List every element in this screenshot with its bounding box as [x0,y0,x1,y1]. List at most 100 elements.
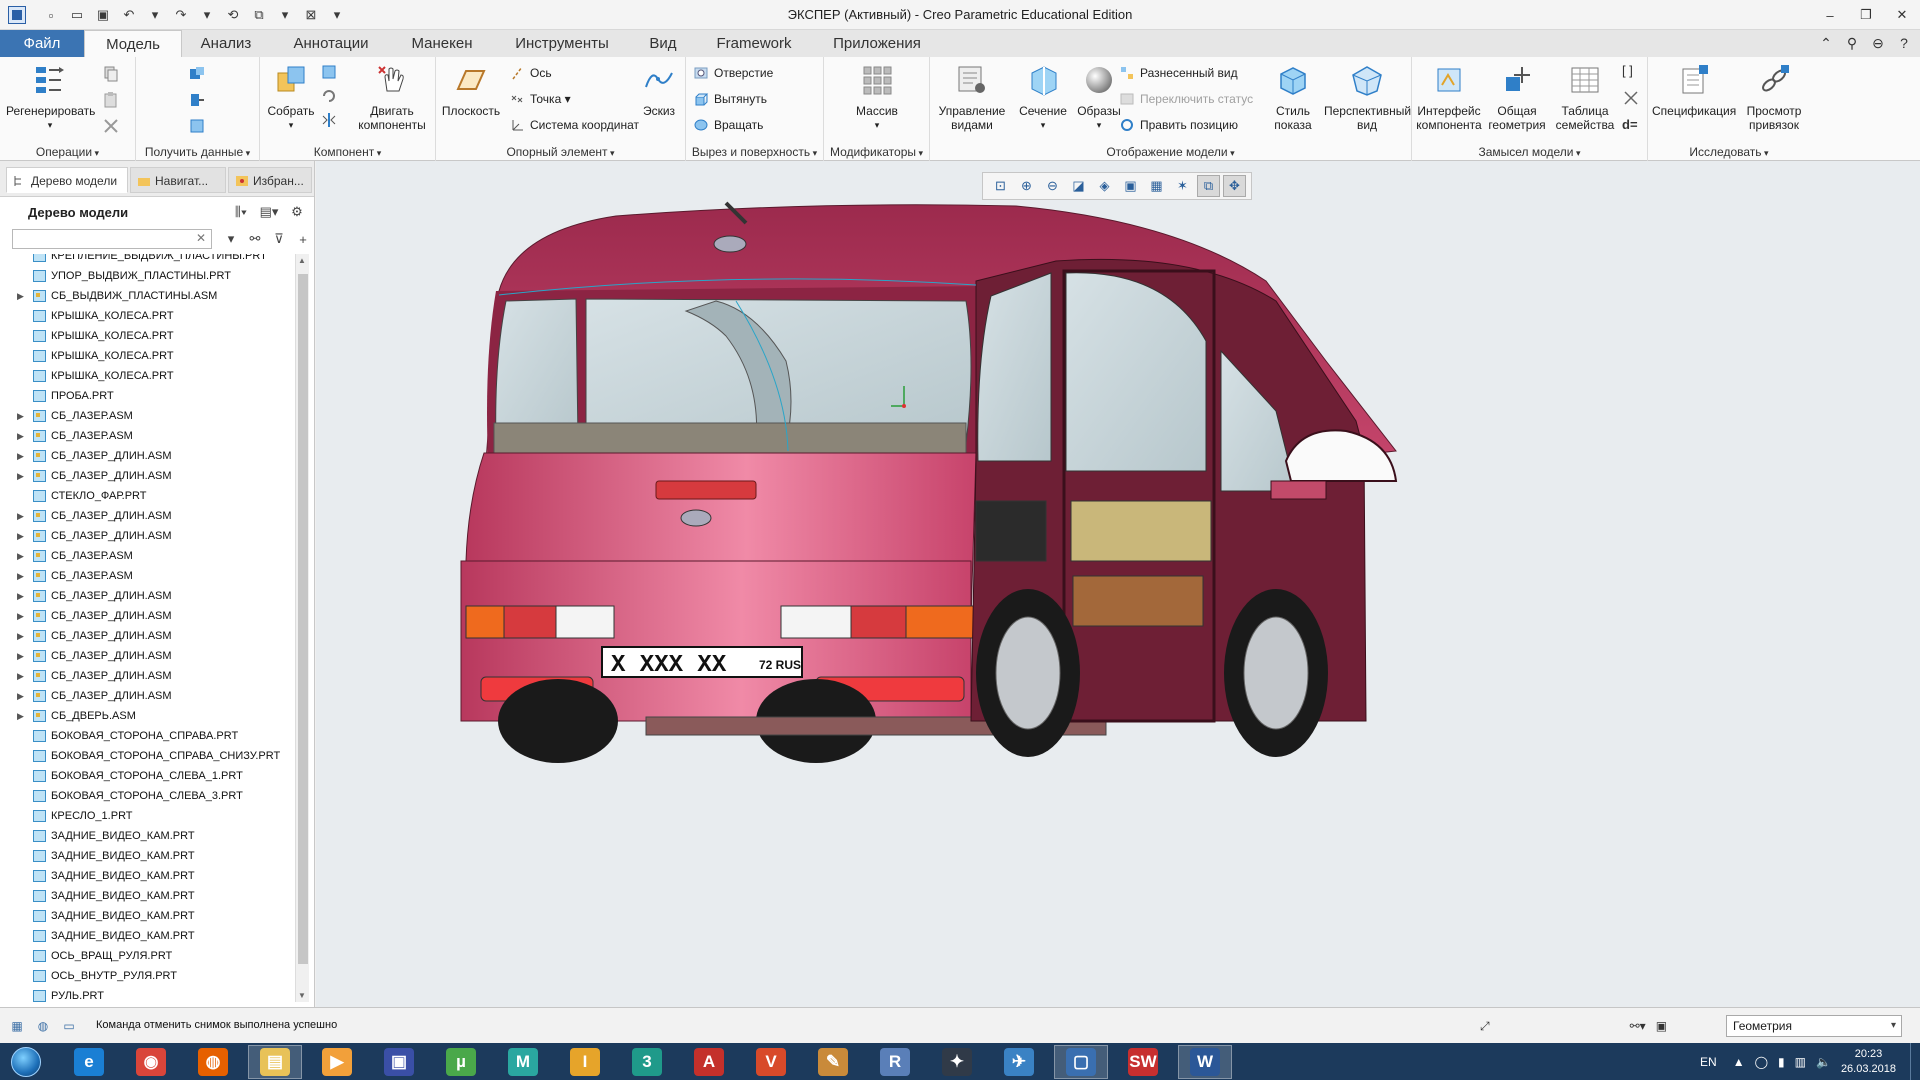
expand-arrow-icon[interactable]: ▶ [17,626,24,646]
tree-item[interactable]: ▶ СБ_ЛАЗЕР_ДЛИН.ASM [0,666,295,686]
display-style-small-icon[interactable]: ◈ [1093,175,1116,197]
bus-model[interactable]: X XXX XX 72 RUS [316,161,1920,1007]
smart-select-icon[interactable]: ⤢ [1480,1016,1490,1036]
tree-item[interactable]: КРЫШКА_КОЛЕСА.PRT [0,306,295,326]
expand-arrow-icon[interactable]: ▶ [17,646,24,666]
taskbar-app[interactable]: ▶ [310,1045,364,1079]
tab-applications[interactable]: Приложения [814,30,940,57]
extrude-button[interactable]: Вытянуть [694,89,767,109]
tab-manikin[interactable]: Манекен [392,30,492,57]
ptc-community-icon[interactable]: ⊖ [1868,33,1888,53]
plane-button[interactable]: Плоскость [440,63,502,118]
tree-item[interactable]: ОСЬ_ВНУТР_РУЛЯ.PRT [0,966,295,986]
scroll-down-icon[interactable]: ▼ [298,991,306,1000]
tree-item[interactable]: ЗАДНИЕ_ВИДЕО_КАМ.PRT [0,866,295,886]
rear-window-left[interactable] [495,298,579,444]
selection-list-icon[interactable]: ▣ [1656,1016,1667,1036]
tree-item[interactable]: ▶ СБ_ЛАЗЕР_ДЛИН.ASM [0,446,295,466]
taskbar-app[interactable]: ◉ [124,1045,178,1079]
tree-item[interactable]: ▶ СБ_ЛАЗЕР.ASM [0,406,295,426]
expand-arrow-icon[interactable]: ▶ [17,666,24,686]
browser-toggle-icon[interactable]: ◍ [34,1017,52,1035]
bom-button[interactable]: Спецификация [1652,63,1736,118]
tree-item[interactable]: ПРОБА.PRT [0,386,295,406]
revolve-button[interactable]: Вращать [694,115,763,135]
tree-scrollbar[interactable]: ▲ ▼ [295,254,309,1002]
group-design-intent-label[interactable]: Замысел модели [1412,145,1647,159]
taskbar-app[interactable]: µ [434,1045,488,1079]
expand-arrow-icon[interactable]: ▶ [17,706,24,726]
tree-settings-icon[interactable]: ▤▾ [258,202,280,222]
taskbar-app[interactable]: ✎ [806,1045,860,1079]
search-icon[interactable]: ⚲ [1842,33,1862,53]
taskbar-app[interactable]: 3 [620,1045,674,1079]
family-table-button[interactable]: Таблица семейства [1552,63,1618,132]
saved-orientations-icon[interactable]: ▣ [1119,175,1142,197]
tree-item[interactable]: ▶ СБ_ЛАЗЕР_ДЛИН.ASM [0,626,295,646]
tree-item[interactable]: КРЕСЛО_1.PRT [0,806,295,826]
relations-icon[interactable]: [ ] [1622,63,1633,78]
axis-button[interactable]: Ось [510,63,552,83]
taskbar-app[interactable]: W [1178,1045,1232,1079]
tree-item[interactable]: ЗАДНИЕ_ВИДЕО_КАМ.PRT [0,846,295,866]
repeat-icon[interactable] [320,87,338,105]
binoculars-icon[interactable]: ⚯ [246,229,264,249]
taskbar-app[interactable]: ▢ [1054,1045,1108,1079]
tree-item[interactable]: ▶ СБ_ЛАЗЕР_ДЛИН.ASM [0,506,295,526]
tree-item[interactable]: КРЫШКА_КОЛЕСА.PRT [0,326,295,346]
group-cut-surface-label[interactable]: Вырез и поверхность [686,145,823,159]
find-binoculars-icon[interactable]: ⚯▾ [1630,1016,1646,1036]
mirror-component-icon[interactable] [320,111,338,129]
edit-position-button[interactable]: Править позицию [1120,115,1238,135]
tab-file[interactable]: Файл [0,30,84,57]
regenerate-button[interactable]: Регенерировать ▾ [6,63,95,132]
tree-item[interactable]: ОСЬ_ВРАЩ_РУЛЯ.PRT [0,946,295,966]
regenerate-small-icon[interactable]: ⟲ [222,5,244,25]
taskbar-app[interactable]: M [496,1045,550,1079]
display-style-button[interactable]: Стиль показа [1266,63,1320,132]
start-button[interactable] [6,1045,46,1079]
taskbar-app[interactable]: e [62,1045,116,1079]
undo-icon[interactable]: ↶ [118,5,140,25]
redo-icon[interactable]: ↷ [170,5,192,25]
tree-item[interactable]: ▶ СБ_ЛАЗЕР_ДЛИН.ASM [0,646,295,666]
csys-button[interactable]: Система координат [510,115,639,135]
minimize-button[interactable]: – [1812,0,1848,30]
tab-analysis[interactable]: Анализ [182,30,270,57]
grid-toggle-icon[interactable]: ▦ [8,1017,26,1035]
taskbar-app[interactable]: A [682,1045,736,1079]
tree-item[interactable]: ЗАДНИЕ_ВИДЕО_КАМ.PRT [0,886,295,906]
rear-wheel-left[interactable] [498,679,618,763]
point-button[interactable]: Точка ▾ [510,89,571,109]
assemble-button[interactable]: Собрать ▾ [264,63,318,132]
zoom-in-icon[interactable]: ⊕ [1015,175,1038,197]
customize-qat-icon[interactable]: ▾ [326,5,348,25]
taskbar-app[interactable]: R [868,1045,922,1079]
expand-arrow-icon[interactable]: ▶ [17,686,24,706]
shared-geometry-button[interactable]: Общая геометрия [1484,63,1550,132]
user-defined-feature-icon[interactable] [188,65,206,83]
tray-circle-icon[interactable]: ◯ [1755,1055,1768,1069]
windows-icon[interactable]: ⧉ [248,5,270,25]
tree-item[interactable]: ЗАДНИЕ_ВИДЕО_КАМ.PRT [0,826,295,846]
annotation-display-icon[interactable]: ⧉ [1197,175,1220,197]
selection-filter-select[interactable]: Геометрия [1726,1015,1902,1037]
delete-icon[interactable] [102,117,120,135]
collapse-ribbon-icon[interactable]: ⌃ [1816,33,1836,53]
taskbar-app[interactable]: SW [1116,1045,1170,1079]
tree-item[interactable]: КРЫШКА_КОЛЕСА.PRT [0,346,295,366]
tree-item[interactable]: БОКОВАЯ_СТОРОНА_СЛЕВА_3.PRT [0,786,295,806]
open-folder-icon[interactable]: ▭ [66,5,88,25]
language-indicator[interactable]: EN [1700,1055,1717,1069]
expand-arrow-icon[interactable]: ▶ [17,406,24,426]
tree-item[interactable]: ▶ СБ_ЛАЗЕР_ДЛИН.ASM [0,686,295,706]
expand-arrow-icon[interactable]: ▶ [17,586,24,606]
filter-icon[interactable]: ⊽ [270,229,288,249]
show-desktop-button[interactable] [1910,1043,1920,1080]
expand-arrow-icon[interactable]: ▶ [17,506,24,526]
sketch-button[interactable]: Эскиз [636,63,682,118]
create-component-icon[interactable] [320,63,338,81]
expand-arrow-icon[interactable]: ▶ [17,446,24,466]
tree-item[interactable]: ▶ СБ_ЛАЗЕР_ДЛИН.ASM [0,586,295,606]
tab-model-tree[interactable]: Дерево модели [6,167,128,193]
